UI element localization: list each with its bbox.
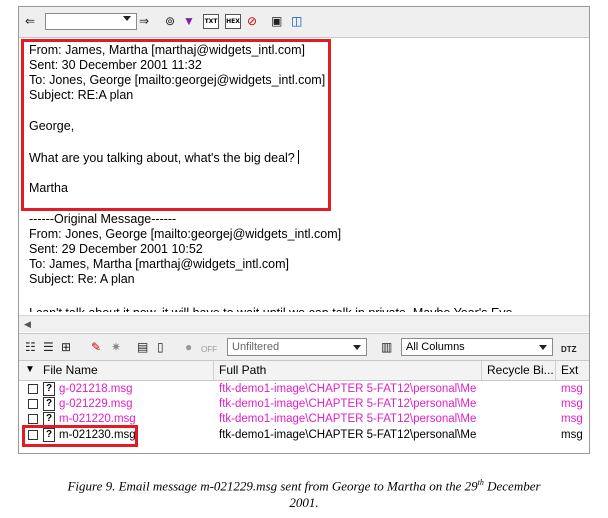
row-checkbox[interactable] (28, 399, 38, 409)
column-header-recycle-bin[interactable]: Recycle Bi... (487, 363, 554, 377)
ext-cell: msg (561, 398, 583, 410)
original-message-marker: ------Original Message------ (29, 212, 177, 226)
ext-cell: msg (561, 383, 583, 395)
puzzle-icon[interactable]: ✷ (111, 339, 121, 355)
no-icon[interactable]: ⊘ (247, 13, 257, 29)
paint-icon[interactable]: ✎ (91, 339, 101, 355)
original-from: From: Jones, George [mailto:georgej@widg… (29, 227, 342, 241)
file-highlight-box (22, 425, 138, 447)
list-view-icon[interactable]: ▤ (137, 339, 148, 355)
find-next-icon[interactable]: ⇒ (139, 13, 149, 29)
chevron-down-icon[interactable] (539, 345, 547, 350)
columns-icon[interactable]: ▥ (381, 339, 392, 355)
ftk-window: ⇐ ⇒ ⊚ ▼ TXT HEX ⊘ ▣ ◫ From: James, Marth… (18, 6, 590, 454)
row-checkbox[interactable] (28, 414, 38, 424)
file-name-cell: g-021218.msg (59, 383, 133, 395)
chevron-down-icon[interactable] (353, 345, 361, 350)
file-name-cell: g-021229.msg (59, 398, 133, 410)
filter-select[interactable]: Unfiltered (227, 338, 367, 356)
column-divider[interactable] (555, 361, 556, 380)
viewer-toolbar: ⇐ ⇒ ⊚ ▼ TXT HEX ⊘ ▣ ◫ (19, 7, 589, 38)
columns-select-value: All Columns (406, 341, 465, 353)
filter-toggle-icon[interactable]: ● (185, 339, 192, 355)
original-sent: Sent: 29 December 2001 10:52 (29, 242, 203, 256)
filter-icon[interactable]: ▼ (183, 13, 195, 29)
glasses-icon[interactable]: ⊚ (165, 13, 175, 29)
column-header-full-path[interactable]: Full Path (219, 363, 266, 377)
columns-select[interactable]: All Columns (401, 338, 553, 356)
dtz-button[interactable]: DTZ (561, 342, 577, 358)
text-view-icon[interactable]: TXT (203, 14, 219, 29)
original-body: I can't talk about it now, it will have … (29, 306, 513, 312)
find-previous-icon[interactable]: ⇐ (25, 13, 35, 29)
original-subject: Subject: Re: A plan (29, 272, 135, 286)
column-divider[interactable] (481, 361, 482, 380)
unknown-file-icon: ? (43, 382, 55, 396)
full-path-cell: ftk-demo1-image\CHAPTER 5-FAT12\personal… (219, 429, 477, 441)
full-path-cell: ftk-demo1-image\CHAPTER 5-FAT12\personal… (219, 413, 477, 425)
ext-cell: msg (561, 413, 583, 425)
grid-icon[interactable]: ⊞ (61, 339, 71, 355)
export-icon[interactable]: ◫ (291, 13, 302, 29)
table-row[interactable]: ? g-021229.msg ftk-demo1-image\CHAPTER 5… (19, 397, 589, 412)
figure-caption-line2: 2001. (289, 495, 319, 510)
full-path-cell: ftk-demo1-image\CHAPTER 5-FAT12\personal… (219, 383, 477, 395)
full-path-cell: ftk-demo1-image\CHAPTER 5-FAT12\personal… (219, 398, 477, 410)
ext-cell: msg (561, 429, 583, 441)
row-checkbox[interactable] (28, 384, 38, 394)
filter-select-value: Unfiltered (232, 341, 280, 353)
caption-text-end: December (483, 478, 541, 494)
document-icon[interactable]: ▯ (157, 339, 164, 355)
original-to: To: James, Martha [marthaj@widgets_intl.… (29, 257, 290, 271)
sort-indicator-icon[interactable]: ▼ (25, 364, 35, 375)
scroll-left-icon[interactable]: ◀ (24, 319, 31, 330)
check-all-icon[interactable]: ☷ (25, 339, 36, 355)
chevron-down-icon[interactable] (123, 16, 131, 21)
figure-caption-line1: Figure 9. Email message m-021229.msg sen… (0, 478, 608, 494)
horizontal-scrollbar[interactable]: ◀ (19, 315, 589, 332)
hex-view-icon[interactable]: HEX (225, 14, 241, 29)
uncheck-all-icon[interactable]: ☰ (43, 339, 54, 355)
column-header-ext[interactable]: Ext (561, 363, 578, 377)
unknown-file-icon: ? (43, 397, 55, 411)
unknown-file-icon: ? (43, 412, 55, 426)
screen-icon[interactable]: ▣ (271, 13, 282, 29)
file-list-toolbar: ☷ ☰ ⊞ ✎ ✷ ▤ ▯ ● OFF Unfiltered ▥ All Col… (19, 334, 589, 361)
file-list-header: ▼ File Name Full Path Recycle Bi... Ext (19, 361, 589, 381)
column-divider[interactable] (213, 361, 214, 380)
table-row[interactable]: ? g-021218.msg ftk-demo1-image\CHAPTER 5… (19, 382, 589, 397)
caption-text: Figure 9. Email message m-021229.msg sen… (67, 478, 478, 494)
column-header-file-name[interactable]: File Name (43, 363, 98, 377)
filter-toggle-label: OFF (201, 345, 217, 354)
message-highlight-box (21, 39, 331, 211)
